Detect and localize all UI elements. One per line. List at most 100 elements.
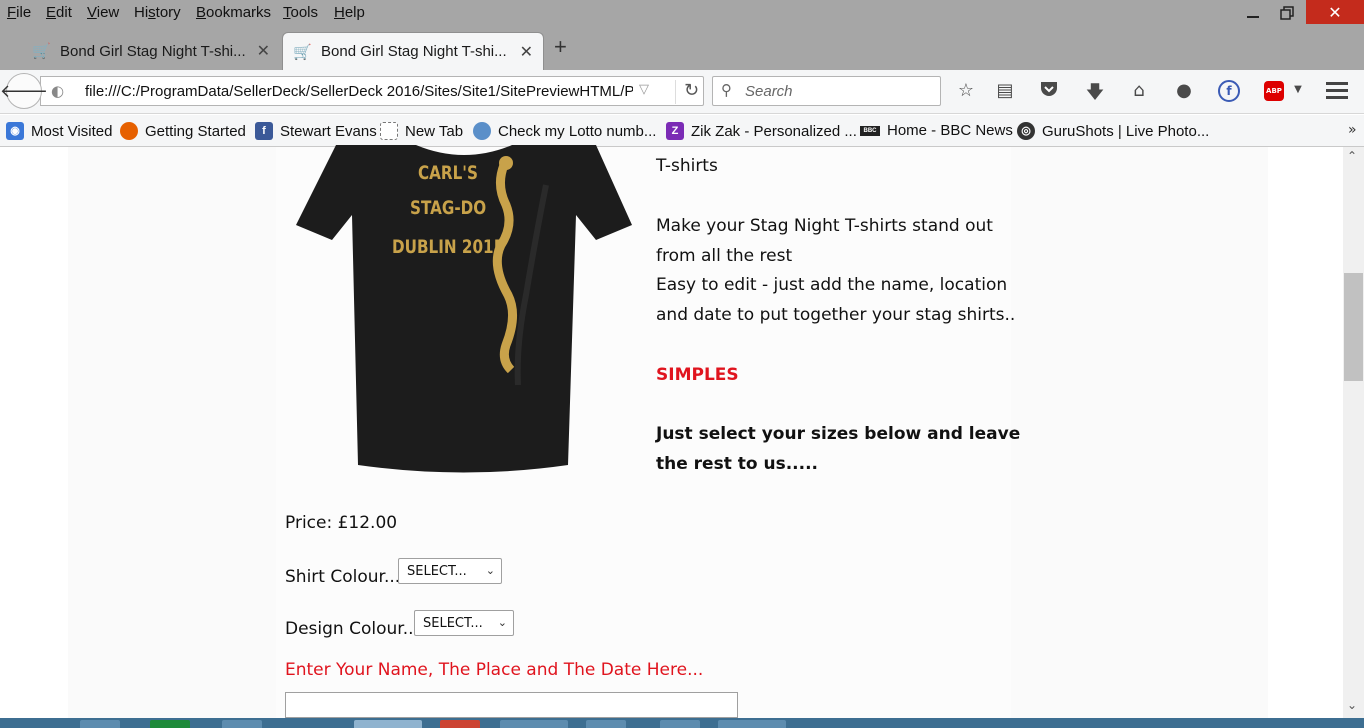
shirt-print-line-3: DUBLIN 2015 — [392, 236, 505, 258]
navigation-bar: ◐ file:///C:/ProgramData/SellerDeck/Sell… — [0, 70, 1364, 114]
cart-icon: 🛒 — [293, 43, 312, 61]
new-tab-button[interactable]: + — [554, 34, 567, 60]
zikzak-icon: Z — [666, 122, 684, 140]
tab-bar: 🛒 Bond Girl Stag Night T-shi... ✕ 🛒 Bond… — [0, 26, 1364, 70]
back-arrow-icon: 🡐 — [0, 80, 49, 102]
restore-button[interactable] — [1264, 0, 1310, 26]
lotto-icon — [473, 122, 491, 140]
cta-line-1: Just select your sizes below and leave — [656, 424, 1021, 444]
description-line-4: and date to put together your stag shirt… — [656, 305, 1016, 325]
bookmarks-bar: ◉ Most Visited Getting Started f Stewart E… — [0, 115, 1364, 147]
chevron-down-icon: ⌄ — [497, 616, 507, 629]
bookmark-most-visited[interactable]: ◉ Most Visited — [6, 122, 112, 140]
vertical-scrollbar[interactable]: ⌃ ⌄ — [1343, 147, 1364, 718]
menu-edit[interactable]: Edit — [46, 4, 72, 21]
description-line-3: Easy to edit - just add the name, locati… — [656, 275, 1008, 295]
bookmark-gurushots[interactable]: ◎ GuruShots | Live Photo... — [1017, 122, 1209, 140]
taskbar-item[interactable] — [660, 720, 700, 728]
adblock-dropdown-icon[interactable]: ▼ — [1286, 84, 1310, 108]
shirt-print-line-2: STAG-DO — [410, 197, 487, 219]
price-label: Price: £12.00 — [285, 513, 398, 533]
bookmark-zik-zak[interactable]: Z Zik Zak - Personalized ... — [666, 122, 857, 140]
reading-list-icon[interactable]: ▤ — [993, 80, 1017, 104]
blank-page-icon — [380, 122, 398, 140]
bbc-icon: BBC — [860, 125, 880, 136]
personalisation-textarea[interactable] — [285, 692, 738, 718]
bookmark-star-icon[interactable]: ☆ — [954, 80, 978, 104]
close-window-button[interactable]: ✕ — [1306, 0, 1364, 24]
facebook-icon[interactable]: f — [1218, 80, 1240, 102]
taskbar-item[interactable] — [80, 720, 120, 728]
tab-title: Bond Girl Stag Night T-shi... — [321, 43, 507, 60]
minimize-icon — [1247, 16, 1259, 18]
taskbar-item[interactable] — [586, 720, 626, 728]
menu-tools[interactable]: Tools — [283, 4, 318, 21]
taskbar-item[interactable] — [500, 720, 568, 728]
menu-history[interactable]: History — [134, 4, 181, 21]
taskbar-item[interactable] — [354, 720, 422, 728]
search-icon: ⚲ — [721, 81, 732, 99]
menu-file[interactable]: File — [7, 4, 31, 21]
plus-icon: + — [554, 34, 567, 59]
bookmark-lotto[interactable]: Check my Lotto numb... — [473, 122, 656, 140]
taskbar-item[interactable] — [150, 720, 190, 728]
taskbar-item[interactable] — [440, 720, 480, 728]
scroll-up-icon[interactable]: ⌃ — [1347, 149, 1357, 163]
cta-line-2: the rest to us..... — [656, 454, 818, 474]
restore-icon — [1280, 6, 1294, 20]
chat-icon[interactable]: ● — [1172, 80, 1196, 104]
menu-hamburger-icon[interactable] — [1326, 82, 1348, 103]
chevron-down-icon: ⌄ — [485, 564, 495, 577]
tab-inactive[interactable]: 🛒 Bond Girl Stag Night T-shi... ✕ — [22, 32, 280, 70]
tshirt-image — [296, 145, 632, 473]
simples-label: SIMPLES — [656, 365, 739, 385]
menu-bar: File Edit View History Bookmarks Tools H… — [0, 0, 1364, 26]
bookmarks-overflow-icon[interactable]: » — [1348, 122, 1357, 138]
pocket-icon[interactable] — [1037, 80, 1061, 104]
bookmark-bbc-news[interactable]: BBC Home - BBC News — [860, 122, 1013, 139]
shirt-colour-value: SELECT... — [407, 563, 467, 579]
tab-active[interactable]: 🛒 Bond Girl Stag Night T-shi... ✕ — [282, 32, 544, 70]
bookmark-stewart-evans[interactable]: f Stewart Evans — [255, 122, 377, 140]
description-line-2: from all the rest — [656, 246, 793, 266]
close-icon: ✕ — [1328, 2, 1342, 22]
back-button[interactable]: 🡐 — [0, 73, 48, 109]
search-placeholder: Search — [745, 83, 793, 100]
site-info-icon[interactable]: ◐ — [51, 82, 64, 100]
url-text[interactable]: file:///C:/ProgramData/SellerDeck/Seller… — [85, 83, 633, 100]
menu-bookmarks[interactable]: Bookmarks — [196, 4, 271, 21]
design-colour-label: Design Colour... — [285, 619, 419, 639]
download-icon[interactable]: 🡇 — [1083, 80, 1107, 104]
bookmark-new-tab[interactable]: New Tab — [380, 122, 463, 140]
taskbar-item[interactable] — [222, 720, 262, 728]
shirt-print-line-1: CARL'S — [418, 162, 478, 184]
gurushots-icon: ◎ — [1017, 122, 1035, 140]
design-colour-select[interactable]: SELECT... ⌄ — [414, 610, 514, 636]
scroll-down-icon[interactable]: ⌄ — [1347, 698, 1357, 712]
menu-view[interactable]: View — [87, 4, 119, 21]
tab-close-icon[interactable]: ✕ — [257, 41, 270, 61]
adblock-icon[interactable]: ABP — [1264, 81, 1284, 101]
cart-icon: 🛒 — [32, 43, 51, 60]
tab-close-icon[interactable]: ✕ — [520, 42, 533, 62]
most-visited-icon: ◉ — [6, 122, 24, 140]
facebook-icon: f — [255, 122, 273, 140]
taskbar-item[interactable] — [718, 720, 786, 728]
url-dropdown-icon[interactable]: ▽ — [639, 82, 649, 97]
taskbar — [0, 718, 1364, 728]
shirt-colour-select[interactable]: SELECT... ⌄ — [398, 558, 502, 584]
shirt-colour-label: Shirt Colour... — [285, 567, 401, 587]
description-partial: T-shirts — [656, 156, 718, 176]
description-line-1: Make your Stag Night T-shirts stand out — [656, 216, 993, 236]
reload-icon[interactable]: ↻ — [675, 80, 699, 104]
scrollbar-thumb[interactable] — [1344, 273, 1363, 381]
name-prompt-label: Enter Your Name, The Place and The Date … — [285, 660, 704, 680]
menu-help[interactable]: Help — [334, 4, 365, 21]
firefox-icon — [120, 122, 138, 140]
home-icon[interactable]: ⌂ — [1127, 80, 1151, 104]
url-bar[interactable]: ◐ file:///C:/ProgramData/SellerDeck/Sell… — [40, 76, 704, 106]
design-colour-value: SELECT... — [423, 615, 483, 631]
bookmark-getting-started[interactable]: Getting Started — [120, 122, 246, 140]
tab-title: Bond Girl Stag Night T-shi... — [60, 42, 246, 60]
search-box[interactable]: ⚲ Search — [712, 76, 941, 106]
